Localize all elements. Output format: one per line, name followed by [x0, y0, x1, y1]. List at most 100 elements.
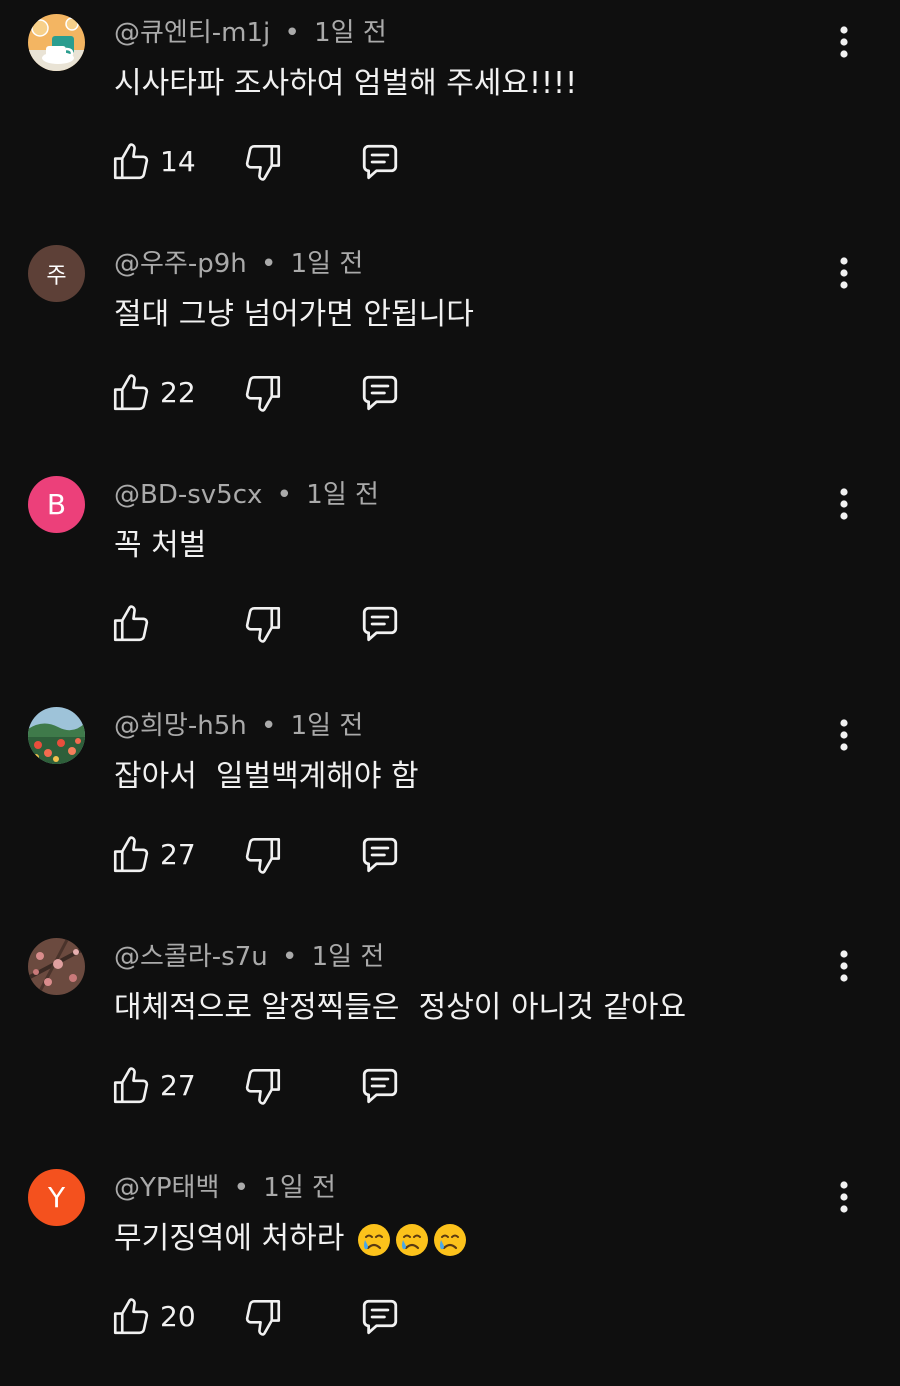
- reply-comment-icon: [362, 1299, 398, 1335]
- comment-text: 절대 그냥 넘어가면 안됩니다: [114, 297, 474, 332]
- like-count: 14: [160, 145, 196, 178]
- like-button[interactable]: 27: [110, 827, 196, 883]
- thumbs-up-icon: [113, 1298, 149, 1335]
- more-vertical-icon: [840, 950, 848, 982]
- comment-meta: @우주-p9h • 1일 전: [114, 247, 363, 281]
- comment-item: Y @YP태백 • 1일 전 무기징역에 처하라 20: [0, 1155, 900, 1386]
- comment-body: 무기징역에 처하라: [114, 1219, 468, 1259]
- comment-actions: [110, 596, 430, 652]
- reply-comment-icon: [362, 837, 398, 873]
- more-vertical-icon: [840, 1181, 848, 1213]
- comment-time: 1일 전: [263, 1173, 336, 1203]
- comment-time: 1일 전: [290, 249, 364, 279]
- comment-menu-button[interactable]: [822, 936, 866, 996]
- comment-text: 무기징역에 처하라: [114, 1221, 345, 1256]
- avatar[interactable]: [28, 14, 85, 71]
- reply-comment-icon: [362, 375, 398, 411]
- thumbs-down-icon: [245, 1299, 281, 1336]
- comment-meta: @희망-h5h • 1일 전: [114, 709, 363, 743]
- like-count: 22: [160, 376, 196, 409]
- comment-menu-button[interactable]: [822, 474, 866, 534]
- like-button[interactable]: 20: [110, 1289, 196, 1345]
- meta-separator: •: [281, 942, 298, 972]
- reply-button[interactable]: [358, 1289, 402, 1345]
- reply-button[interactable]: [358, 596, 402, 652]
- thumbs-down-icon: [245, 1068, 281, 1105]
- dislike-button[interactable]: [242, 365, 284, 421]
- comment-menu-button[interactable]: [822, 1167, 866, 1227]
- flower-field-picture-icon: [28, 707, 85, 764]
- avatar[interactable]: [28, 938, 85, 995]
- like-button[interactable]: 27: [110, 1058, 196, 1114]
- avatar[interactable]: 주: [28, 245, 85, 302]
- like-count: 27: [160, 1069, 196, 1102]
- comment-author[interactable]: @큐엔티-m1j: [114, 18, 270, 48]
- like-button[interactable]: 22: [110, 365, 196, 421]
- dislike-button[interactable]: [242, 134, 284, 190]
- thumbs-down-icon: [245, 606, 281, 643]
- avatar-initial: Y: [47, 1181, 66, 1214]
- comment-item: @스콜라-s7u • 1일 전 대체적으로 알정찍들은 정상이 아니것 같아요 …: [0, 924, 900, 1155]
- like-button[interactable]: [110, 596, 160, 652]
- more-vertical-icon: [840, 26, 848, 58]
- reply-button[interactable]: [358, 827, 402, 883]
- thumbs-up-icon: [113, 1067, 149, 1104]
- comment-time: 1일 전: [306, 480, 379, 510]
- dislike-button[interactable]: [242, 1058, 284, 1114]
- comment-author[interactable]: @스콜라-s7u: [114, 942, 268, 972]
- like-button[interactable]: 14: [110, 134, 196, 190]
- reply-button[interactable]: [358, 365, 402, 421]
- reply-comment-icon: [362, 1068, 398, 1104]
- comment-author[interactable]: @우주-p9h: [114, 249, 247, 279]
- reply-button[interactable]: [358, 134, 402, 190]
- comment-item: @희망-h5h • 1일 전 잡아서 일벌백계해야 함 27: [0, 693, 900, 924]
- coffee-cup-picture-icon: [28, 14, 85, 71]
- comment-text: 잡아서 일벌백계해야 함: [114, 759, 419, 794]
- comment-item: 주 @우주-p9h • 1일 전 절대 그냥 넘어가면 안됩니다 22: [0, 231, 900, 462]
- meta-separator: •: [276, 480, 293, 510]
- meta-separator: •: [261, 711, 277, 741]
- blossom-branch-picture-icon: [28, 938, 85, 995]
- crying-face-emoji-icon: [395, 1223, 428, 1256]
- crying-face-emoji-icon: [357, 1223, 390, 1256]
- comment-menu-button[interactable]: [822, 705, 866, 765]
- reply-button[interactable]: [358, 1058, 402, 1114]
- comment-menu-button[interactable]: [822, 243, 866, 303]
- meta-separator: •: [233, 1173, 250, 1203]
- comment-actions: 27: [110, 827, 430, 883]
- avatar[interactable]: [28, 707, 85, 764]
- avatar-initial: 주: [46, 263, 67, 289]
- avatar-initial: B: [46, 488, 67, 521]
- like-count: 27: [160, 838, 196, 871]
- comment-time: 1일 전: [290, 711, 364, 741]
- comment-meta: @BD-sv5cx • 1일 전: [114, 478, 379, 512]
- avatar[interactable]: B: [28, 476, 85, 533]
- comment-author[interactable]: @BD-sv5cx: [114, 480, 262, 510]
- comment-time: 1일 전: [314, 18, 387, 48]
- comment-actions: 22: [110, 365, 430, 421]
- more-vertical-icon: [840, 719, 848, 751]
- thumbs-down-icon: [245, 375, 281, 412]
- comment-author[interactable]: @YP태백: [114, 1173, 219, 1203]
- dislike-button[interactable]: [242, 1289, 284, 1345]
- dislike-button[interactable]: [242, 596, 284, 652]
- more-vertical-icon: [840, 257, 848, 289]
- comment-meta: @YP태백 • 1일 전: [114, 1171, 336, 1205]
- thumbs-up-icon: [113, 143, 149, 180]
- comment-text: 꼭 처벌: [114, 528, 207, 563]
- avatar[interactable]: Y: [28, 1169, 85, 1226]
- like-count: 20: [160, 1300, 196, 1333]
- meta-separator: •: [261, 249, 277, 279]
- comment-author[interactable]: @희망-h5h: [114, 711, 247, 741]
- dislike-button[interactable]: [242, 827, 284, 883]
- thumbs-up-icon: [113, 605, 149, 642]
- comment-meta: @스콜라-s7u • 1일 전: [114, 940, 384, 974]
- comment-meta: @큐엔티-m1j • 1일 전: [114, 16, 387, 50]
- comment-text: 대체적으로 알정찍들은 정상이 아니것 같아요: [114, 990, 687, 1025]
- thumbs-down-icon: [245, 144, 281, 181]
- comment-actions: 14: [110, 134, 430, 190]
- comment-actions: 27: [110, 1058, 430, 1114]
- comment-time: 1일 전: [311, 942, 385, 972]
- reply-comment-icon: [362, 606, 398, 642]
- comment-menu-button[interactable]: [822, 12, 866, 72]
